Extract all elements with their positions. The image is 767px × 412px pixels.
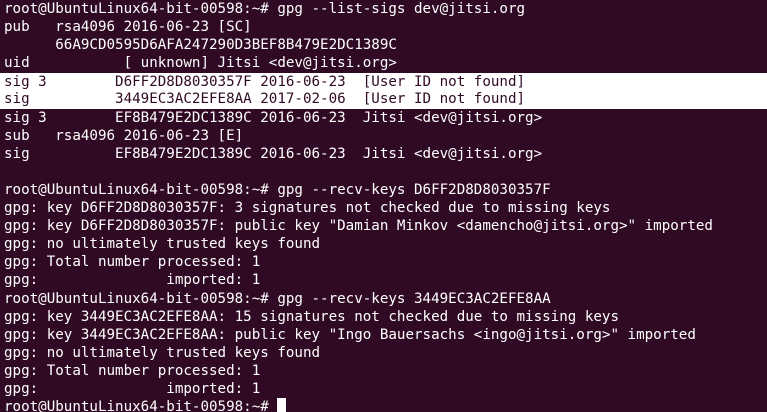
terminal-window[interactable]: root@UbuntuLinux64-bit-00598:~# gpg --li…: [0, 0, 767, 412]
terminal-line: gpg: imported: 1: [4, 272, 261, 289]
terminal-line: 66A9CD0595D6AFA247290D3BEF8B479E2DC1389C: [4, 37, 397, 54]
terminal-line: root@UbuntuLinux64-bit-00598:~# gpg --li…: [4, 1, 526, 17]
terminal-line: gpg: no ultimately trusted keys found: [4, 236, 321, 253]
terminal-line: gpg: Total number processed: 1: [4, 254, 261, 271]
terminal-line: gpg: key 3449EC3AC2EFE8AA: 15 signatures…: [4, 308, 619, 325]
terminal-line: gpg: Total number processed: 1: [4, 362, 261, 379]
terminal-line: gpg: key D6FF2D8D8030357F: 3 signatures …: [4, 200, 611, 217]
terminal-line: sig EF8B479E2DC1389C 2016-06-23 Jitsi <d…: [4, 145, 543, 162]
terminal-line: sig 3 EF8B479E2DC1389C 2016-06-23 Jitsi …: [4, 109, 543, 126]
terminal-line: pub rsa4096 2016-06-23 [SC]: [4, 19, 252, 36]
text-cursor: [277, 398, 287, 412]
terminal-line: gpg: key D6FF2D8D8030357F: public key "D…: [4, 218, 713, 235]
terminal-line: root@UbuntuLinux64-bit-00598:~# gpg --re…: [4, 181, 551, 198]
highlighted-terminal-line: sig 3 D6FF2D8D8030357F 2016-06-23 [User …: [0, 72, 767, 91]
terminal-line: root@UbuntuLinux64-bit-00598:~# gpg --re…: [4, 290, 551, 307]
highlighted-terminal-line: sig 3449EC3AC2EFE8AA 2017-02-06 [User ID…: [0, 90, 767, 109]
terminal-line: gpg: imported: 1: [4, 380, 261, 397]
terminal-line: uid [ unknown] Jitsi <dev@jitsi.org>: [4, 55, 397, 72]
terminal-prompt-line[interactable]: root@UbuntuLinux64-bit-00598:~#: [4, 398, 767, 412]
terminal-prompt: root@UbuntuLinux64-bit-00598:~#: [4, 399, 278, 412]
terminal-line: sub rsa4096 2016-06-23 [E]: [4, 127, 244, 144]
terminal-line: gpg: key 3449EC3AC2EFE8AA: public key "I…: [4, 326, 696, 343]
terminal-line: gpg: no ultimately trusted keys found: [4, 344, 321, 361]
